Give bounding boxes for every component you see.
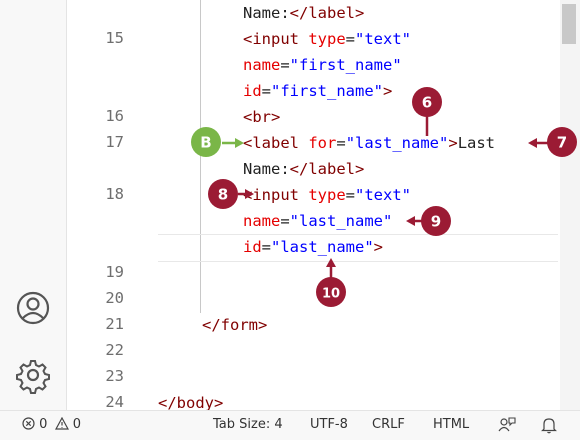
callout-b-arrow [235, 138, 244, 148]
callout-10-arrow [326, 258, 336, 267]
status-bar: 0 0 Tab Size: 4 UTF-8 CRLF HTML [0, 410, 580, 440]
error-count: 0 [39, 417, 48, 432]
tab-size-button[interactable]: Tab Size: 4 [213, 417, 283, 432]
callout-7-label: 7 [557, 134, 567, 152]
callout-b-label: B [200, 134, 211, 152]
error-icon [22, 417, 35, 430]
problems-indicator[interactable]: 0 0 [22, 416, 81, 432]
callout-7-arrow [528, 138, 537, 148]
callout-8-label: 8 [218, 186, 228, 204]
eol-button[interactable]: CRLF [372, 417, 405, 432]
warning-count: 0 [72, 417, 81, 432]
encoding-button[interactable]: UTF-8 [310, 417, 348, 432]
feedback-icon[interactable] [498, 416, 516, 434]
bell-icon[interactable] [541, 416, 557, 434]
language-mode-button[interactable]: HTML [433, 417, 469, 432]
callout-8-arrow [245, 189, 254, 199]
warning-icon [54, 416, 69, 430]
callout-overlay: 6 7 B 8 9 10 [191, 87, 577, 307]
callout-9-label: 9 [431, 213, 441, 231]
callout-10-label: 10 [322, 287, 340, 302]
callout-9-arrow [406, 216, 415, 226]
callout-6-label: 6 [422, 94, 432, 112]
